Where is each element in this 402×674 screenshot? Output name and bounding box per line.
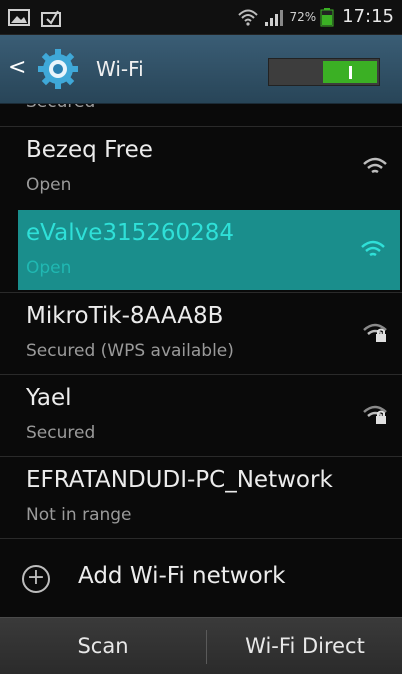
wifi-status-icon xyxy=(238,9,259,26)
toggle-on-mark xyxy=(348,65,352,79)
network-item[interactable]: MikroTik-8AAA8B Secured (WPS available) xyxy=(0,292,402,373)
cut-off-status: Secured xyxy=(26,104,95,112)
network-name: EFRATANDUDI-PC_Network xyxy=(26,467,333,493)
network-status: Not in range xyxy=(26,505,132,525)
wifi-signal-icon xyxy=(361,240,385,257)
bottom-bar-divider xyxy=(206,630,207,664)
network-list[interactable]: Secured Bezeq Free Open eValve315260284 … xyxy=(0,104,402,616)
battery-percent: 72% xyxy=(289,9,317,24)
network-status: Secured (WPS available) xyxy=(26,341,234,361)
wifi-secured-icon xyxy=(363,405,387,424)
network-status: Secured xyxy=(26,423,96,443)
status-bar-left xyxy=(8,7,62,27)
network-name: Bezeq Free xyxy=(26,137,153,163)
network-status: Open xyxy=(26,175,72,195)
add-network-row[interactable]: + Add Wi-Fi network xyxy=(0,538,402,616)
wifi-direct-button[interactable]: Wi-Fi Direct xyxy=(208,618,402,674)
gallery-icon xyxy=(8,9,30,26)
clipboard-icon xyxy=(41,10,61,27)
signal-icon xyxy=(265,9,284,26)
clock: 17:15 xyxy=(342,6,394,27)
network-item[interactable]: Yael Secured xyxy=(0,374,402,455)
network-name: Yael xyxy=(26,385,72,411)
battery-icon xyxy=(320,7,334,26)
scan-button[interactable]: Scan xyxy=(0,618,206,674)
network-name: eValve315260284 xyxy=(26,220,235,246)
wifi-signal-icon xyxy=(363,157,387,174)
status-bar: 72% 17:15 xyxy=(0,0,402,35)
wifi-secured-icon xyxy=(363,323,387,342)
toggle-knob xyxy=(323,61,377,83)
back-arrow-icon[interactable]: < xyxy=(8,55,26,80)
network-name: MikroTik-8AAA8B xyxy=(26,303,224,329)
network-item[interactable]: EFRATANDUDI-PC_Network Not in range xyxy=(0,456,402,537)
wifi-toggle[interactable] xyxy=(268,58,380,86)
status-bar-right: 72% 17:15 xyxy=(237,6,394,27)
page-title: Wi-Fi xyxy=(96,57,144,81)
plus-circle-icon: + xyxy=(22,565,50,593)
gear-icon[interactable] xyxy=(36,47,80,91)
network-item-selected[interactable]: eValve315260284 Open xyxy=(18,210,400,290)
network-item[interactable]: Bezeq Free Open xyxy=(0,126,402,207)
network-status: Open xyxy=(26,258,72,278)
add-network-label: Add Wi-Fi network xyxy=(78,563,286,589)
action-bar: < Wi-Fi xyxy=(0,35,402,104)
bottom-bar: Scan Wi-Fi Direct xyxy=(0,617,402,674)
